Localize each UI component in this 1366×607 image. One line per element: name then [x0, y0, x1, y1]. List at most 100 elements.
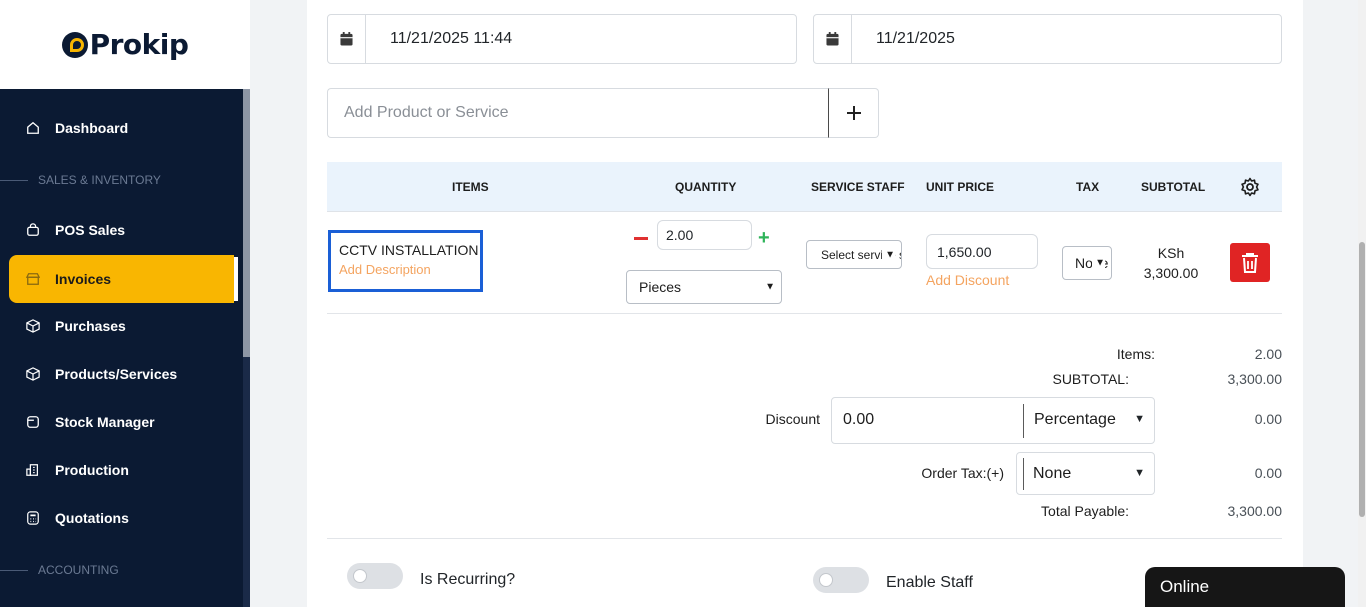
item-name: CCTV INSTALLATION	[339, 242, 479, 258]
main-scrollbar-thumb[interactable]	[1359, 242, 1365, 517]
row-subtotal-value: 3,300.00	[1143, 265, 1199, 281]
discount-amount-input[interactable]: 0.00	[843, 411, 874, 429]
discount-type-select[interactable]: Percentage	[1034, 411, 1116, 429]
calendar-icon	[328, 15, 366, 63]
section-divider	[0, 569, 28, 571]
add-discount-link[interactable]: Add Discount	[926, 272, 1009, 288]
column-header-service-staff: SERVICE STAFF	[811, 180, 905, 194]
recurring-label: Is Recurring?	[420, 571, 516, 588]
items-table-header: ITEMS QUANTITY SERVICE STAFF UNIT PRICE …	[327, 162, 1282, 212]
sidebar-item-label: Stock Manager	[55, 414, 155, 430]
chat-widget[interactable]: Online	[1145, 567, 1345, 607]
section-label: SALES & INVENTORY	[38, 173, 161, 187]
currency-label: KSh	[1157, 245, 1185, 261]
order-tax-value: 0.00	[1254, 465, 1282, 481]
bag-icon	[25, 222, 41, 238]
recurring-toggle[interactable]	[347, 563, 403, 589]
logo-area: Prokip	[0, 0, 250, 89]
toggle-knob	[353, 569, 367, 583]
sidebar-section-accounting: ACCOUNTING	[0, 560, 243, 580]
add-description-link[interactable]: Add Description	[339, 262, 480, 277]
column-settings-gear-icon[interactable]	[1240, 162, 1260, 212]
row-subtotal: KSh 3,300.00	[1131, 243, 1211, 283]
order-tax-field[interactable]: None ▼	[1016, 452, 1155, 495]
subtotal-value: 3,300.00	[1227, 371, 1283, 387]
sidebar-item-label: POS Sales	[55, 222, 126, 238]
plus-icon	[846, 106, 861, 120]
sidebar-item-label: Invoices	[55, 271, 112, 287]
calendar-icon	[814, 15, 852, 63]
service-staff-select[interactable]: Select service staff ▼	[806, 240, 902, 269]
sidebar-item-purchases[interactable]: Purchases	[9, 302, 234, 350]
tax-select[interactable]: None ▼	[1062, 246, 1112, 280]
items-count-label: Items:	[1116, 346, 1155, 362]
row-divider	[327, 313, 1282, 314]
add-product-input[interactable]: Add Product or Service	[327, 88, 829, 138]
due-date-field[interactable]: 11/21/2025	[813, 14, 1282, 64]
sidebar-item-invoices[interactable]: Invoices	[9, 255, 238, 303]
toggle-knob	[819, 573, 833, 587]
unit-select-value: Pieces	[639, 279, 682, 295]
prokip-logo-icon	[61, 31, 88, 58]
trash-icon	[1242, 252, 1258, 273]
chevron-down-icon: ▼	[1092, 257, 1105, 269]
column-header-items: ITEMS	[452, 180, 489, 194]
sidebar-item-dashboard[interactable]: Dashboard	[9, 104, 234, 152]
order-tax-label: Order Tax:(+)	[921, 465, 1004, 481]
invoice-datetime-field[interactable]: 11/21/2025 11:44	[327, 14, 797, 64]
enable-staff-toggle[interactable]	[813, 567, 869, 593]
due-date-value: 11/21/2025	[876, 30, 955, 47]
add-product-button[interactable]	[828, 88, 879, 138]
sidebar-section-sales-inventory: SALES & INVENTORY	[0, 170, 243, 190]
chevron-down-icon: ▼	[1134, 413, 1145, 425]
column-header-subtotal: SUBTOTAL	[1141, 180, 1206, 194]
discount-label: Discount	[765, 411, 820, 427]
subtotal-label: SUBTOTAL:	[1052, 371, 1129, 387]
invoice-datetime-value: 11/21/2025 11:44	[390, 30, 513, 47]
order-tax-divider	[1023, 458, 1024, 490]
unit-select[interactable]: Pieces ▼	[626, 270, 782, 304]
items-count-value: 2.00	[1254, 346, 1282, 362]
sidebar-item-pos-sales[interactable]: POS Sales	[9, 206, 234, 254]
column-header-quantity: QUANTITY	[675, 180, 737, 194]
chevron-down-icon: ▼	[765, 281, 775, 293]
section-label: ACCOUNTING	[38, 563, 119, 577]
increase-quantity-button[interactable]: +	[758, 226, 770, 250]
home-icon	[25, 120, 41, 136]
enable-staff-label: Enable Staff	[886, 574, 973, 591]
cube-icon	[25, 366, 41, 382]
delete-row-button[interactable]	[1230, 243, 1270, 282]
sidebar-item-quotations[interactable]: Quotations	[9, 494, 234, 542]
section-divider	[0, 179, 28, 181]
brand-name: Prokip	[89, 28, 189, 61]
column-header-unit-price: UNIT PRICE	[926, 180, 995, 194]
sidebar-item-products-services[interactable]: Products/Services	[9, 350, 234, 398]
decrease-quantity-button[interactable]	[634, 237, 648, 240]
box-icon	[25, 318, 41, 334]
sidebar-item-label: Purchases	[55, 318, 126, 334]
quantity-input[interactable]: 2.00	[657, 220, 752, 250]
discount-field[interactable]: 0.00 Percentage ▼	[831, 397, 1155, 444]
sidebar-item-label: Dashboard	[55, 120, 129, 136]
chevron-down-icon: ▼	[882, 249, 895, 260]
building-icon	[25, 462, 41, 478]
store-icon	[25, 271, 41, 287]
sidebar-item-production[interactable]: Production	[9, 446, 234, 494]
calculator-icon	[25, 510, 41, 526]
sidebar-item-stock-manager[interactable]: Stock Manager	[9, 398, 234, 446]
order-tax-select[interactable]: None	[1033, 465, 1071, 483]
sidebar-item-label: Products/Services	[55, 366, 178, 382]
column-header-tax: TAX	[1076, 180, 1100, 194]
chevron-down-icon: ▼	[1134, 467, 1145, 479]
unit-price-input[interactable]: 1,650.00	[926, 234, 1038, 269]
sidebar-item-label: Production	[55, 462, 129, 478]
item-name-cell[interactable]: CCTV INSTALLATION Add Description	[328, 230, 483, 292]
discount-value: 0.00	[1254, 411, 1282, 427]
chat-status: Online	[1160, 577, 1210, 596]
sidebar-item-label: Quotations	[55, 510, 129, 526]
discount-divider	[1023, 404, 1024, 438]
sidebar-scrollbar-thumb[interactable]	[243, 89, 250, 357]
brand-logo[interactable]: Prokip	[61, 28, 189, 61]
stock-icon	[25, 414, 41, 430]
total-payable-value: 3,300.00	[1227, 503, 1283, 519]
